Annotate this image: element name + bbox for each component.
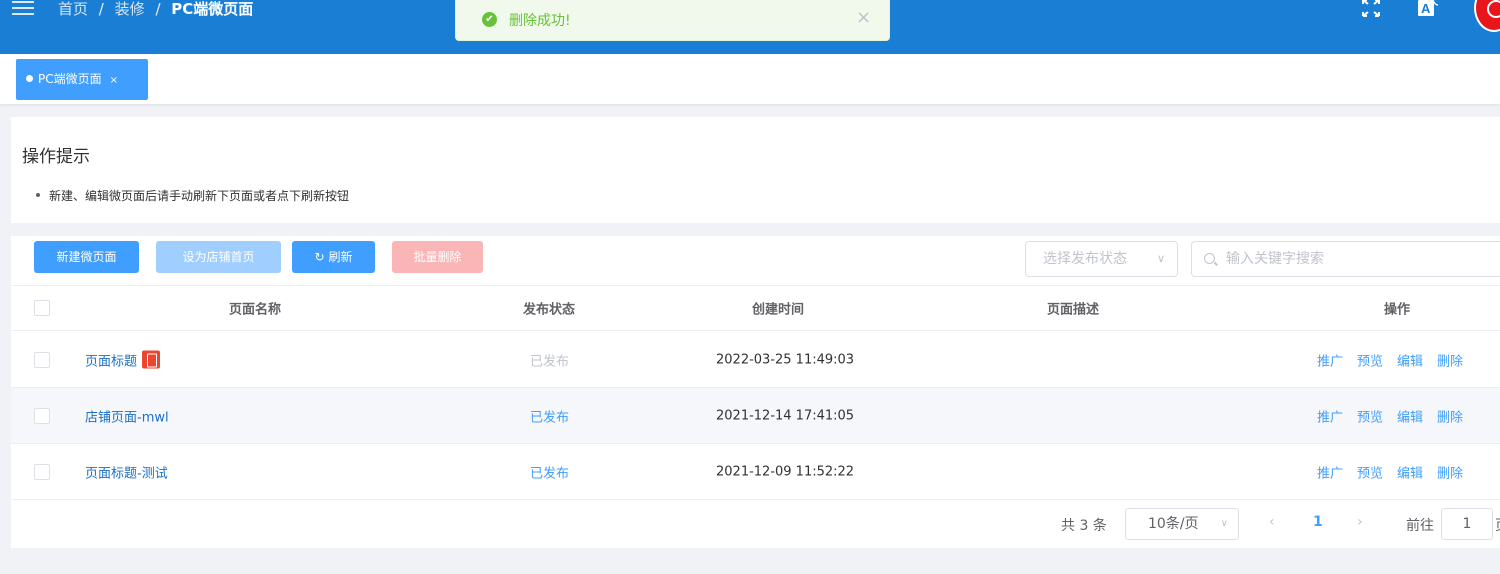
preview-link[interactable]: 预览 <box>1357 354 1383 369</box>
translate-icon[interactable]: A <box>1417 0 1439 19</box>
fullscreen-icon[interactable] <box>1360 0 1382 18</box>
goto-suffix: 页 <box>1495 515 1500 535</box>
pagination: 共 3 条 10条/页 ∨ ‹ 1 › 前往 1 页 <box>11 500 1500 548</box>
delete-link[interactable]: 删除 <box>1437 410 1463 425</box>
tab-label: PC端微页面 <box>38 72 102 86</box>
toast-message: 删除成功! <box>509 13 571 29</box>
status-select[interactable]: 选择发布状态 ∨ <box>1025 241 1178 277</box>
page-size-value: 10条/页 <box>1148 516 1199 532</box>
promote-link[interactable]: 推广 <box>1317 354 1343 369</box>
page-name-link[interactable]: 页面标题 <box>85 350 161 369</box>
prev-page-button[interactable]: ‹ <box>1269 514 1275 530</box>
edit-link[interactable]: 编辑 <box>1397 466 1423 481</box>
tab-pc-micro-page[interactable]: PC端微页面 × <box>16 59 148 100</box>
chevron-down-icon: ∨ <box>1156 252 1165 265</box>
table-row: 店铺页面-mwl 已发布 2021-12-14 17:41:05 推广 预览 编辑删… <box>11 388 1500 444</box>
search-input[interactable]: 输入关键字搜索 <box>1191 241 1500 277</box>
pagination-total: 共 3 条 <box>1061 518 1107 534</box>
breadcrumb-home[interactable]: 首页 <box>58 0 88 18</box>
page-name-link[interactable]: 页面标题-测试 <box>85 462 168 481</box>
created-time: 2021-12-14 17:41:05 <box>716 408 855 423</box>
publish-status: 已发布 <box>530 354 570 369</box>
status-select-placeholder: 选择发布状态 <box>1043 251 1127 267</box>
promote-link[interactable]: 推广 <box>1317 466 1343 481</box>
delete-link[interactable]: 删除 <box>1437 466 1463 481</box>
edit-link[interactable]: 编辑 <box>1397 354 1423 369</box>
new-page-button[interactable]: 新建微页面 <box>34 241 139 273</box>
goto-page-input[interactable]: 1 <box>1441 508 1493 540</box>
preview-link[interactable]: 预览 <box>1357 410 1383 425</box>
breadcrumb-separator: / <box>155 0 161 18</box>
refresh-label: 刷新 <box>328 250 353 264</box>
column-header-created: 创建时间 <box>752 302 805 318</box>
tips-card: 操作提示 新建、编辑微页面后请手动刷新下页面或者点下刷新按钮 <box>11 117 1500 223</box>
tabs-bar: PC端微页面 × <box>0 54 1500 104</box>
preview-link[interactable]: 预览 <box>1357 466 1383 481</box>
page-name-link[interactable]: 店铺页面-mwl <box>85 406 169 425</box>
created-time: 2022-03-25 11:49:03 <box>716 352 855 367</box>
row-actions: 推广 预览 编辑 删除 <box>1317 462 1477 481</box>
publish-status: 已发布 <box>530 466 570 481</box>
refresh-button[interactable]: ↻ 刷新 <box>292 241 375 273</box>
tips-item: 新建、编辑微页面后请手动刷新下页面或者点下刷新按钮 <box>35 189 350 203</box>
row-checkbox[interactable] <box>34 351 50 368</box>
mobile-badge-icon <box>142 350 161 368</box>
row-actions: 推广 预览 编辑 删除 <box>1317 350 1477 369</box>
breadcrumb-decoration[interactable]: 装修 <box>115 0 145 18</box>
row-checkbox[interactable] <box>34 407 50 424</box>
row-checkbox[interactable] <box>34 463 50 480</box>
active-dot-icon <box>26 75 33 82</box>
page-number-current[interactable]: 1 <box>1313 514 1323 530</box>
page-size-select[interactable]: 10条/页 ∨ <box>1125 508 1239 540</box>
success-toast: ✔ 删除成功! × <box>455 0 890 41</box>
edit-link[interactable]: 编辑 <box>1397 410 1423 425</box>
column-header-actions: 操作 <box>1384 302 1411 318</box>
table-row: 页面标题-测试 已发布 2021-12-09 11:52:22 推广 预览 编辑 删除 <box>11 444 1500 500</box>
breadcrumb-current: PC端微页面 <box>171 0 254 18</box>
chevron-down-icon: ∨ <box>1220 518 1228 529</box>
row-actions: 推广 预览 编辑 删除 <box>1317 406 1477 425</box>
batch-delete-button[interactable]: 批量删除 <box>392 241 483 273</box>
tab-close-icon[interactable]: × <box>110 75 118 86</box>
delete-link[interactable]: 删除 <box>1437 354 1463 369</box>
promote-link[interactable]: 推广 <box>1317 410 1343 425</box>
main-card: 新建微页面 设为店铺首页 ↻ 刷新 批量删除 选择发布状态 ∨ 输入关键字搜索 … <box>11 236 1500 548</box>
toast-close-icon[interactable]: × <box>856 7 871 28</box>
page-name: 页面标题 <box>85 354 138 369</box>
breadcrumb-separator: / <box>98 0 104 18</box>
next-page-button[interactable]: › <box>1357 514 1363 530</box>
publish-status: 已发布 <box>530 410 570 425</box>
breadcrumb: 首页 / 装修 / PC端微页面 <box>58 0 253 19</box>
set-homepage-button[interactable]: 设为店铺首页 <box>156 241 281 273</box>
search-placeholder: 输入关键字搜索 <box>1226 251 1324 267</box>
menu-icon[interactable] <box>12 1 34 17</box>
tips-title: 操作提示 <box>22 147 90 167</box>
select-all-checkbox[interactable] <box>34 300 50 316</box>
column-header-desc: 页面描述 <box>1047 302 1100 318</box>
table-header: 页面名称 发布状态 创建时间 页面描述 操作 <box>11 285 1500 331</box>
column-header-name: 页面名称 <box>229 302 282 318</box>
table-row: 页面标题 已发布 2022-03-25 11:49:03 推广 预览 编辑 删除 <box>11 332 1500 388</box>
column-header-status: 发布状态 <box>523 302 576 318</box>
success-check-icon: ✔ <box>482 12 497 27</box>
search-icon <box>1204 253 1215 264</box>
goto-label: 前往 <box>1406 518 1434 534</box>
refresh-icon: ↻ <box>314 250 325 264</box>
created-time: 2021-12-09 11:52:22 <box>716 464 855 479</box>
avatar[interactable] <box>1474 0 1500 32</box>
translate-glyph: A <box>1421 1 1431 16</box>
